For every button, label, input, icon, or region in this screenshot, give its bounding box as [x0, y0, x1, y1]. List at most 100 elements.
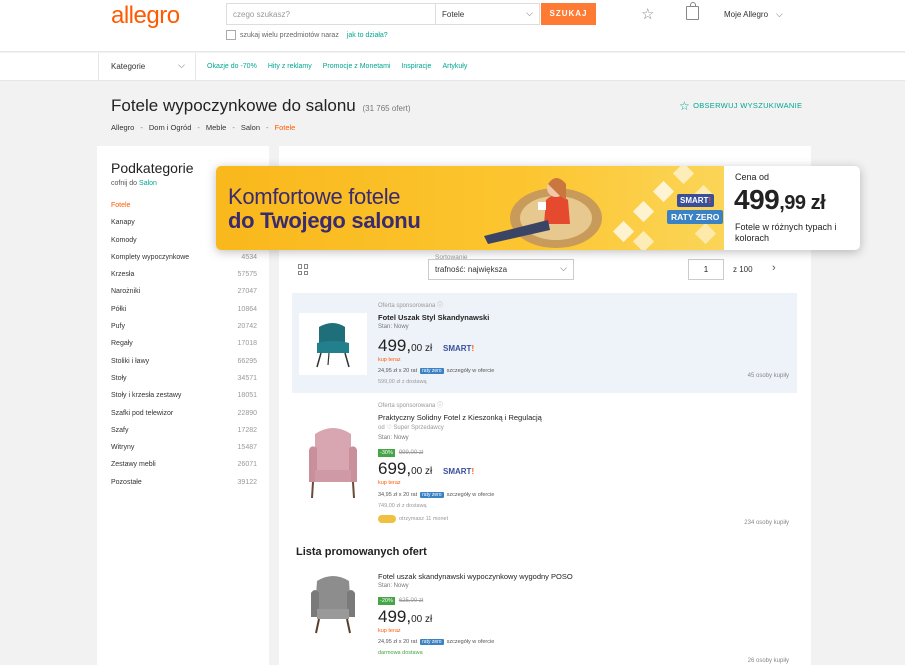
- banner-price-int: 499: [734, 184, 780, 215]
- sidebar-back-link[interactable]: Salon: [139, 180, 157, 187]
- coin-icon: [378, 515, 396, 523]
- subcategory-count: 15487: [237, 444, 257, 452]
- offer-title[interactable]: Fotel uszak skandynawski wypoczynkowy wy…: [378, 572, 573, 581]
- subcategory-item[interactable]: Krzesła 57575: [111, 271, 257, 288]
- price-dec: 00 zł: [411, 614, 433, 625]
- chevron-down-icon: ⌵: [776, 9, 783, 19]
- raty-zero-badge: RATY ZERO: [667, 210, 724, 224]
- nav-link[interactable]: Promocje z Monetami: [323, 63, 391, 70]
- subcategory-item[interactable]: Stoły i krzesła zestawy 18051: [111, 392, 257, 409]
- subcategory-label: Witryny: [111, 444, 135, 452]
- categories-dropdown[interactable]: Kategorie ⌵: [98, 53, 196, 80]
- search-category-select[interactable]: Fotele ⌵: [436, 3, 540, 25]
- subcategory-label: Półki: [111, 305, 127, 313]
- breadcrumb: Allegro - Dom i Ogród - Meble - Salon - Fote…: [111, 123, 295, 132]
- search-button[interactable]: SZUKAJ: [541, 3, 596, 25]
- subcategory-item[interactable]: Witryny 15487: [111, 444, 257, 461]
- grid-view-icon[interactable]: [298, 264, 309, 275]
- chevron-right-icon[interactable]: ›: [772, 262, 776, 274]
- nav-link[interactable]: Inspiracje: [401, 63, 431, 70]
- promo-banner[interactable]: Komfortowe fotele do Twojego salonu SMAR…: [216, 166, 860, 250]
- categories-label: Kategorie: [111, 62, 146, 71]
- offer-card[interactable]: Fotel uszak skandynawski wypoczynkowy wy…: [292, 566, 797, 665]
- installments-badge: raty zero: [420, 639, 444, 645]
- smart-label: SMART: [443, 467, 472, 476]
- subcategory-item[interactable]: Półki 10864: [111, 306, 257, 323]
- pink-armchair-image: [309, 428, 357, 499]
- subcategory-item[interactable]: Szafki pod telewizor 22890: [111, 410, 257, 427]
- multi-search-help-link[interactable]: jak to działa?: [347, 32, 388, 39]
- subcategory-label: Regały: [111, 340, 133, 348]
- price-int: 499,: [378, 336, 412, 355]
- subcategory-count: 66295: [237, 357, 257, 365]
- subcategory-item[interactable]: Narożniki 27047: [111, 288, 257, 305]
- subcategory-count: 10864: [237, 305, 257, 313]
- subcategory-item[interactable]: Szafy 17282: [111, 427, 257, 444]
- installments-row: 24,95 zł x 20 rat raty zero szczegóły w of…: [378, 639, 494, 645]
- nav-link[interactable]: Hity z reklamy: [268, 63, 312, 70]
- product-image[interactable]: [299, 313, 367, 375]
- breadcrumb-separator: -: [140, 123, 143, 132]
- cart-icon[interactable]: [686, 2, 699, 20]
- subcategory-label: Krzesła: [111, 271, 135, 279]
- multi-search-checkbox[interactable]: [226, 30, 236, 40]
- sidebar-back: cofnij do Salon: [111, 180, 157, 187]
- banner-price-dec: ,99: [779, 192, 806, 214]
- coins-label: otrzymasz 11 monet: [399, 516, 449, 522]
- product-image[interactable]: [299, 571, 367, 641]
- subcategory-item[interactable]: Pozostałe 39122: [111, 479, 257, 496]
- subcategory-item[interactable]: Komplety wypoczynkowe 4534: [111, 254, 257, 271]
- my-allegro-menu[interactable]: Moje Allegro ⌵: [724, 9, 783, 20]
- teal-armchair-image: [316, 323, 350, 368]
- product-image[interactable]: [299, 420, 367, 510]
- subcategory-count: 57575: [237, 271, 257, 279]
- smart-badge: SMART!: [677, 194, 715, 207]
- breadcrumb-item[interactable]: Salon: [241, 123, 260, 132]
- chevron-down-icon: ⌵: [560, 263, 567, 273]
- chevron-down-icon: ⌵: [526, 8, 533, 18]
- offer-price: 499,00 zł: [378, 336, 432, 356]
- sort-select[interactable]: trafność: największa ⌵: [428, 259, 574, 280]
- breadcrumb-item[interactable]: Meble: [206, 123, 226, 132]
- page-title: Fotele wypoczynkowe do salonu (31 765 of…: [111, 96, 411, 116]
- subcategory-item[interactable]: Regały 17018: [111, 340, 257, 357]
- offer-title[interactable]: Fotel Uszak Styl Skandynawski: [378, 313, 489, 322]
- watch-search-button[interactable]: ☆ OBSERWUJ WYSZUKIWANIE: [679, 99, 802, 113]
- breadcrumb-current: Fotele: [274, 123, 296, 132]
- subcategory-item[interactable]: Pufy 20742: [111, 323, 257, 340]
- buyers-count: 26 osoby kupiły: [747, 658, 789, 664]
- offer-title[interactable]: Praktyczny Solidny Fotel z Kieszonką i R…: [378, 413, 542, 422]
- buyers-count: 234 osoby kupiły: [744, 520, 789, 526]
- price-dec: 00 zł: [411, 343, 433, 354]
- installments-amount: 24,95 zł x 20 rat: [378, 368, 418, 374]
- banner-headline-2: do Twojego salonu: [228, 208, 421, 233]
- subcategory-label: Zestawy mebli: [111, 461, 156, 469]
- subcategory-label: Kanapy: [111, 219, 135, 227]
- search-input[interactable]: czego szukasz?: [226, 3, 436, 25]
- subcategory-item[interactable]: Stoły 34571: [111, 375, 257, 392]
- breadcrumb-item[interactable]: Dom i Ogród: [149, 123, 192, 132]
- offer-card[interactable]: Oferta sponsorowana ⓘ Praktyczny Solidny…: [292, 395, 797, 533]
- nav-link[interactable]: Okazje do -70%: [207, 63, 257, 70]
- breadcrumb-separator: -: [266, 123, 269, 132]
- subcategory-label: Komplety wypoczynkowe: [111, 253, 190, 261]
- shipping-price: 599,00 zł z dostawą: [378, 379, 427, 385]
- breadcrumb-item[interactable]: Allegro: [111, 123, 134, 132]
- offer-card[interactable]: Oferta sponsorowana ⓘ Fotel Uszak Styl S…: [292, 293, 797, 393]
- offer-state: Stan: Nowy: [378, 583, 409, 589]
- sort-value: trafność: największa: [435, 265, 508, 274]
- subcategory-count: 17282: [237, 426, 257, 434]
- subcategory-label: Komody: [111, 236, 137, 244]
- nav-links: Okazje do -70% Hity z reklamy Promocje z…: [207, 63, 467, 70]
- subcategory-count: 26071: [237, 461, 257, 469]
- subcategory-item[interactable]: Zestawy mebli 26071: [111, 461, 257, 478]
- subcategory-count: 22890: [237, 409, 257, 417]
- page-input[interactable]: 1: [688, 259, 724, 280]
- subcategory-count: 17018: [237, 340, 257, 348]
- price-int: 499,: [378, 607, 412, 626]
- allegro-logo[interactable]: allegro: [111, 2, 180, 30]
- shipping-price: 749,00 zł z dostawą: [378, 503, 427, 509]
- star-icon[interactable]: ☆: [641, 5, 654, 23]
- subcategory-item[interactable]: Stoliki i ławy 66295: [111, 358, 257, 375]
- nav-link[interactable]: Artykuły: [442, 63, 467, 70]
